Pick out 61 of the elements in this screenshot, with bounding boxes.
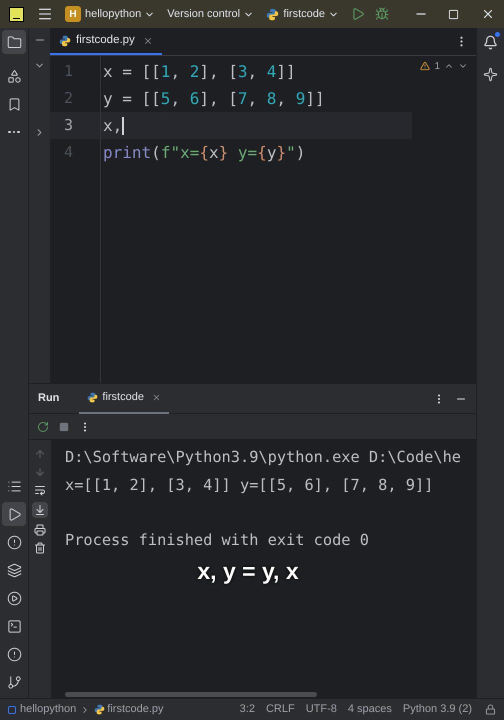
- python-icon: [94, 704, 106, 715]
- close-tab-icon[interactable]: [152, 393, 161, 402]
- code-line: print(f"x={x} y={y}"): [102, 142, 306, 164]
- debug-icon[interactable]: [375, 7, 389, 21]
- more-icon: [8, 130, 20, 134]
- console-line: x=[[1, 2], [3, 4]] y=[[5, 6], [7, 8, 9]]: [65, 475, 434, 496]
- structure-tool-icon: [6, 68, 22, 84]
- status-item[interactable]: UTF-8: [306, 701, 337, 718]
- scroll-to-end-button[interactable]: [32, 502, 48, 518]
- rerun-icon[interactable]: [37, 420, 49, 432]
- menu-icon[interactable]: [37, 6, 53, 22]
- breadcrumb[interactable]: firstcode.py: [107, 701, 164, 718]
- version-control-menu[interactable]: Version control: [167, 6, 254, 22]
- status-item[interactable]: 3:2: [240, 701, 255, 718]
- status-item[interactable]: CRLF: [266, 701, 295, 718]
- lock-icon[interactable]: [485, 704, 496, 715]
- panel-title: Run: [38, 391, 60, 406]
- project-tool-button[interactable]: [2, 30, 26, 54]
- project-badge: H: [65, 6, 81, 22]
- breadcrumb[interactable]: hellopython: [20, 701, 76, 718]
- close-tab-icon[interactable]: [142, 36, 153, 46]
- terminal-tool-icon: [6, 618, 22, 634]
- print-icon[interactable]: [34, 524, 46, 536]
- editor-tab[interactable]: firstcode.py: [50, 28, 162, 55]
- soft-wrap-icon[interactable]: [34, 484, 46, 496]
- console-line: Process finished with exit code 0: [65, 530, 370, 551]
- python-icon: [59, 34, 71, 46]
- maximize-icon[interactable]: [448, 8, 459, 20]
- services-run-icon: [6, 590, 22, 606]
- warning-icon: [420, 61, 430, 71]
- warning-count[interactable]: 1: [434, 58, 440, 74]
- stop-icon[interactable]: [59, 422, 69, 432]
- run-tab[interactable]: firstcode: [79, 384, 169, 414]
- scroll-to-end-icon: [34, 504, 46, 516]
- python-icon: [266, 8, 280, 20]
- git-tool-icon: [6, 674, 22, 690]
- run-tool-button[interactable]: [2, 502, 26, 526]
- project-tool-icon: [6, 34, 22, 50]
- run-configuration-selector[interactable]: firstcode: [283, 6, 339, 22]
- problems-tool-icon: [6, 646, 22, 662]
- bell-icon: [483, 34, 498, 50]
- code-line: x = [[1, 2], [3, 4]]: [102, 60, 297, 82]
- code-line: y = [[5, 6], [7, 8, 9]]: [102, 88, 326, 110]
- status-item[interactable]: Python 3.9 (2): [402, 701, 472, 718]
- status-item[interactable]: 4 spaces: [348, 701, 392, 718]
- console-line: D:\Software\Python3.9\python.exe D:\Code\he: [65, 447, 462, 468]
- line-number: 3: [64, 115, 74, 136]
- packages-tool-icon: [6, 562, 22, 578]
- caption-overlay: x, y = y, x: [197, 557, 299, 586]
- project-selector[interactable]: hellopython: [85, 6, 156, 22]
- module-icon: [8, 706, 16, 714]
- bookmarks-tool-icon: [6, 96, 22, 112]
- ai-assistant-icon: [483, 66, 498, 82]
- scrollbar-thumb[interactable]: [65, 692, 317, 697]
- app-logo-icon: [9, 6, 24, 22]
- delete-icon[interactable]: [34, 542, 46, 554]
- run-tool-icon: [6, 506, 22, 522]
- python-icon: [87, 392, 98, 403]
- run-icon[interactable]: [351, 7, 365, 21]
- services-tool-icon: [6, 478, 22, 494]
- close-icon[interactable]: [481, 7, 495, 21]
